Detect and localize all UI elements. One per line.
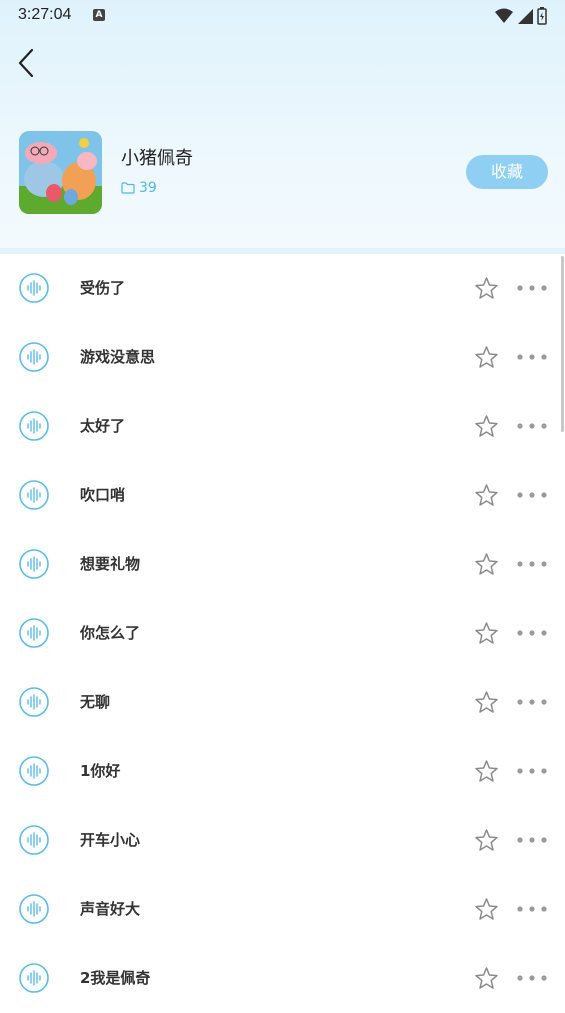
audio-wave-icon[interactable]: [19, 618, 49, 648]
audio-wave-icon[interactable]: [19, 894, 49, 924]
more-dots-icon[interactable]: [515, 279, 549, 297]
album-cover-image: [19, 131, 102, 214]
track-row[interactable]: 吹口哨: [0, 461, 565, 530]
star-outline-icon[interactable]: [474, 690, 499, 715]
track-title[interactable]: 吹口哨: [80, 484, 125, 505]
track-row[interactable]: 无聊: [0, 668, 565, 737]
star-outline-icon[interactable]: [474, 828, 499, 853]
more-dots-icon[interactable]: [515, 693, 549, 711]
track-title[interactable]: 开车小心: [80, 829, 140, 850]
status-time: 3:27:04: [18, 6, 72, 23]
back-button[interactable]: [14, 46, 44, 82]
more-dots-icon[interactable]: [515, 348, 549, 366]
album-track-count: 39: [121, 180, 157, 196]
signal-icon: [518, 9, 533, 24]
track-title[interactable]: 2我是佩奇: [80, 967, 150, 988]
more-dots-icon[interactable]: [515, 900, 549, 918]
status-bar: 3:27:04 A: [0, 0, 565, 32]
more-dots-icon[interactable]: [515, 762, 549, 780]
audio-wave-icon[interactable]: [19, 756, 49, 786]
track-title[interactable]: 你怎么了: [80, 622, 140, 643]
track-title[interactable]: 1你好: [80, 760, 120, 781]
more-dots-icon[interactable]: [515, 555, 549, 573]
notification-badge-icon: A: [93, 9, 105, 21]
track-row[interactable]: 想要礼物: [0, 530, 565, 599]
battery-icon: [537, 7, 547, 25]
track-title[interactable]: 无聊: [80, 691, 110, 712]
track-count-value: 39: [139, 180, 157, 196]
track-title[interactable]: 声音好大: [80, 898, 140, 919]
album-title: 小猪佩奇: [121, 148, 193, 169]
track-title[interactable]: 想要礼物: [80, 553, 140, 574]
track-row[interactable]: 声音好大: [0, 875, 565, 944]
chevron-left-icon: [18, 48, 34, 78]
audio-wave-icon[interactable]: [19, 411, 49, 441]
more-dots-icon[interactable]: [515, 831, 549, 849]
audio-wave-icon[interactable]: [19, 273, 49, 303]
audio-wave-icon[interactable]: [19, 342, 49, 372]
audio-wave-icon[interactable]: [19, 687, 49, 717]
album-cover: [19, 131, 102, 214]
folder-icon: [121, 182, 135, 194]
star-outline-icon[interactable]: [474, 276, 499, 301]
track-row[interactable]: 开车小心: [0, 806, 565, 875]
more-dots-icon[interactable]: [515, 624, 549, 642]
audio-wave-icon[interactable]: [19, 825, 49, 855]
audio-wave-icon[interactable]: [19, 963, 49, 993]
audio-wave-icon[interactable]: [19, 549, 49, 579]
track-row[interactable]: 1你好: [0, 737, 565, 806]
more-dots-icon[interactable]: [515, 969, 549, 987]
wifi-icon: [495, 8, 513, 23]
scrollbar[interactable]: [561, 256, 564, 432]
star-outline-icon[interactable]: [474, 483, 499, 508]
star-outline-icon[interactable]: [474, 966, 499, 991]
track-row[interactable]: 游戏没意思: [0, 323, 565, 392]
more-dots-icon[interactable]: [515, 486, 549, 504]
star-outline-icon[interactable]: [474, 897, 499, 922]
star-outline-icon[interactable]: [474, 414, 499, 439]
audio-wave-icon[interactable]: [19, 480, 49, 510]
track-title[interactable]: 游戏没意思: [80, 346, 155, 367]
track-row[interactable]: 2我是佩奇: [0, 944, 565, 1013]
star-outline-icon[interactable]: [474, 345, 499, 370]
track-title[interactable]: 太好了: [80, 415, 125, 436]
star-outline-icon[interactable]: [474, 621, 499, 646]
more-dots-icon[interactable]: [515, 417, 549, 435]
track-row[interactable]: 太好了: [0, 392, 565, 461]
collect-button[interactable]: 收藏: [466, 155, 548, 189]
track-row[interactable]: 受伤了: [0, 254, 565, 323]
header-background: [0, 0, 565, 252]
star-outline-icon[interactable]: [474, 759, 499, 784]
track-list: 受伤了 游戏没意思 太好了 吹口哨 想要礼物 你怎么了 无聊 1你好 开车小心 …: [0, 254, 565, 1013]
track-row[interactable]: 你怎么了: [0, 599, 565, 668]
star-outline-icon[interactable]: [474, 552, 499, 577]
track-title[interactable]: 受伤了: [80, 277, 125, 298]
